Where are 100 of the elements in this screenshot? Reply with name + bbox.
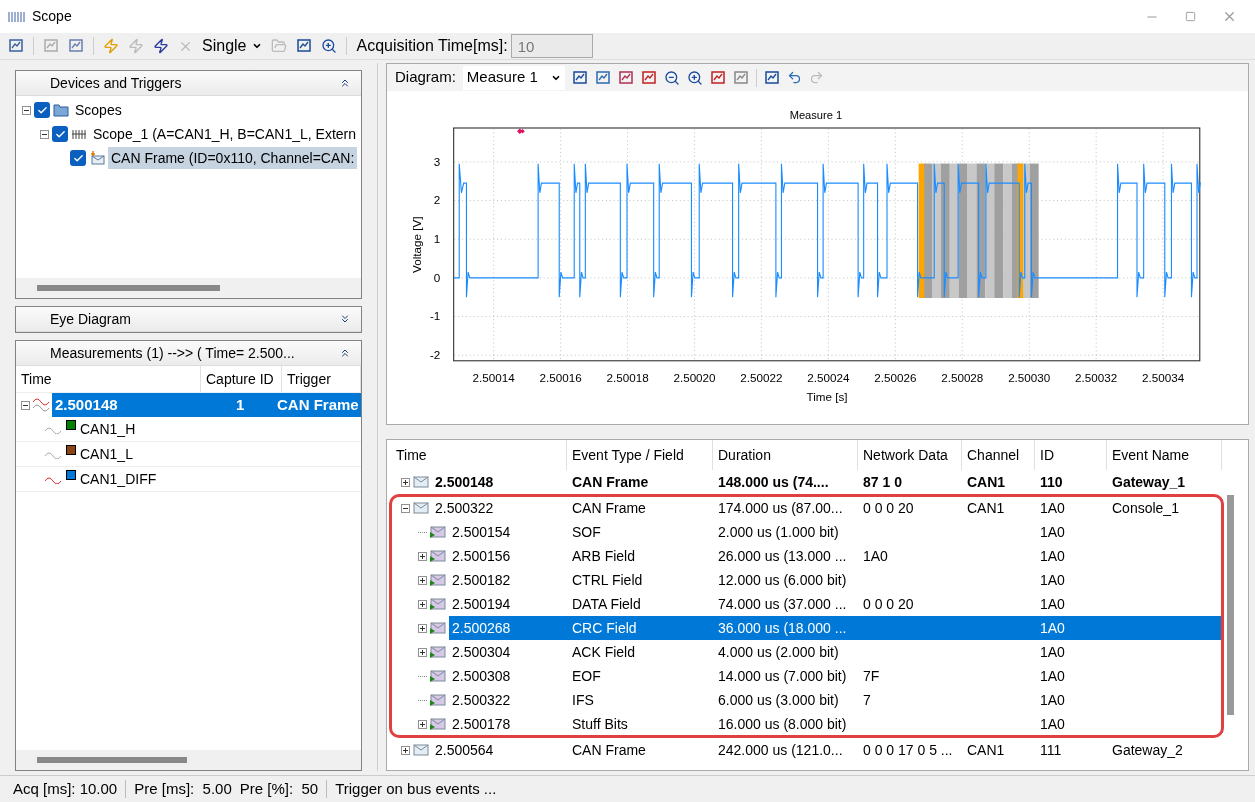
expand-toggle[interactable]	[418, 623, 427, 633]
table-cell-text: 6.000 us (3.000 bit)	[718, 690, 839, 710]
column-header[interactable]: Time	[396, 444, 427, 466]
x-tick-label: 2.50020	[673, 371, 716, 385]
expand-toggle[interactable]	[401, 745, 410, 755]
envelope-icon	[430, 526, 446, 538]
table-cell-text: 2.500194	[451, 594, 512, 614]
x-tick-label: 2.50032	[1075, 371, 1118, 385]
lightning-icon[interactable]	[153, 38, 169, 54]
tree-item[interactable]: Scopes	[72, 99, 125, 121]
column-header[interactable]: ID	[1040, 444, 1054, 466]
table-cell-text: 7F	[863, 666, 880, 686]
checkbox[interactable]	[34, 102, 50, 118]
mode-dropdown[interactable]: Single	[202, 34, 263, 58]
event-row[interactable]: 2.500156 ARB Field 26.000 us (13.000 ... 1A0 1A0	[391, 544, 1222, 568]
column-header[interactable]: Duration	[718, 444, 771, 466]
panel-title: Eye Diagram	[50, 309, 132, 329]
table-cell-text: CAN Frame	[277, 394, 359, 415]
check-icon	[54, 128, 66, 140]
expand-toggle[interactable]	[418, 551, 427, 561]
x-tick-label: 2.50014	[472, 371, 515, 385]
measurement-row[interactable]: 2.500148 1 CAN Frame	[52, 393, 361, 417]
x-tick-label: 2.50018	[606, 371, 649, 385]
collapse-toggle[interactable]	[22, 105, 31, 115]
column-header[interactable]: Network Data	[863, 444, 948, 466]
column-header[interactable]: Time	[21, 368, 52, 390]
checkbox[interactable]	[52, 126, 68, 142]
event-row[interactable]: 2.500322 IFS 6.000 us (3.000 bit) 7 1A0	[391, 688, 1222, 712]
event-row[interactable]: 2.500182 CTRL Field 12.000 us (6.000 bit) 1A0	[391, 568, 1222, 592]
toolbar-label: Diagram:	[395, 67, 456, 88]
x-tick-label: 2.50030	[1008, 371, 1051, 385]
collapse-icon[interactable]	[339, 347, 351, 359]
collapse-toggle[interactable]	[21, 400, 30, 410]
event-row[interactable]: 2.500322 CAN Frame 174.000 us (87.00... 0 0 0 20 CAN1 1A0 Console_1	[391, 496, 1222, 520]
column-header[interactable]: Trigger	[287, 368, 331, 390]
collapse-toggle[interactable]	[40, 129, 49, 139]
table-cell-text: DATA Field	[572, 594, 641, 614]
acquisition-time-field[interactable]: 10	[510, 34, 593, 58]
scope-icon	[71, 127, 87, 141]
event-row[interactable]: 2.500304 ACK Field 4.000 us (2.000 bit) 1A0	[391, 640, 1222, 664]
zoom-in-icon[interactable]	[686, 69, 703, 86]
column-header[interactable]: Event Type / Field	[572, 444, 684, 466]
expand-toggle[interactable]	[418, 599, 427, 609]
scope-icon	[8, 9, 26, 24]
table-cell-text: 7	[863, 690, 871, 710]
y-tick-label: 2	[433, 193, 441, 207]
event-row[interactable]: 2.500148 CAN Frame 148.000 us (74.... 87 1 0 CAN1 110 Gateway_1	[391, 470, 1248, 494]
event-row[interactable]: 2.500308 EOF 14.000 us (7.000 bit) 7F 1A0	[391, 664, 1222, 688]
scrollbar-thumb[interactable]	[37, 757, 187, 763]
check-icon	[72, 152, 84, 164]
channel-label: CAN1_L	[80, 444, 133, 464]
diagram-dropdown[interactable]: Measure 1	[462, 65, 565, 90]
undo-icon[interactable]	[786, 70, 802, 85]
scrollbar-thumb[interactable]	[37, 285, 220, 291]
table-cell-text: 1	[235, 394, 246, 415]
collapse-toggle[interactable]	[401, 503, 410, 513]
envelope-icon	[430, 718, 446, 730]
table-cell-text: 242.000 us (121.0...	[718, 740, 843, 760]
expand-icon[interactable]	[339, 313, 351, 325]
table-cell-text: 36.000 us (18.000 ...	[718, 618, 847, 638]
table-cell-text: 2.500304	[451, 642, 512, 662]
checkbox[interactable]	[70, 150, 86, 166]
expand-toggle[interactable]	[401, 477, 410, 487]
folder-icon	[53, 103, 69, 117]
tree-item[interactable]: CAN Frame (ID=0x110, Channel=CAN:	[108, 147, 358, 169]
envelope-icon	[430, 574, 446, 586]
event-row[interactable]: 2.500178 Stuff Bits 16.000 us (8.000 bit) 1A0	[391, 712, 1222, 736]
column-header[interactable]: Capture ID	[206, 368, 274, 390]
event-row[interactable]: 2.500194 DATA Field 74.000 us (37.000 ... 0 0 0 20 1A0	[391, 592, 1222, 616]
table-cell-text: 2.500182	[451, 570, 512, 590]
table-cell-text: CAN1	[967, 498, 1005, 518]
scrollbar-thumb[interactable]	[1227, 495, 1234, 715]
envelope-icon	[430, 694, 446, 706]
y-tick-label: -1	[429, 309, 441, 323]
column-header[interactable]: Channel	[967, 444, 1020, 466]
envelope-icon	[413, 502, 429, 514]
panel-header[interactable]: Eye Diagram	[16, 307, 361, 332]
table-cell-text: 1A0	[1040, 642, 1065, 662]
collapse-icon[interactable]	[339, 77, 351, 89]
tree-item[interactable]: Scope_1 (A=CAN1_H, B=CAN1_L, Extern	[90, 123, 360, 145]
search-icon[interactable]	[321, 38, 338, 54]
expand-toggle[interactable]	[418, 647, 427, 657]
zoom-out-icon[interactable]	[663, 69, 680, 86]
close-button[interactable]	[1222, 9, 1237, 24]
event-row[interactable]: 2.500154 SOF 2.000 us (1.000 bit) 1A0	[391, 520, 1222, 544]
table-cell-text: 174.000 us (87.00...	[718, 498, 843, 518]
table-cell-text: 1A0	[1040, 522, 1065, 542]
expand-toggle[interactable]	[418, 575, 427, 585]
table-cell-text: CAN Frame	[572, 472, 649, 492]
x-tick-label: 2.50024	[807, 371, 850, 385]
column-header[interactable]: Event Name	[1112, 444, 1190, 466]
table-cell-text: 1A0	[1040, 570, 1065, 590]
panel-header[interactable]: Measurements (1) -->> ( Time= 2.500...	[16, 341, 361, 366]
chart-icon[interactable]	[617, 69, 634, 86]
panel-header[interactable]: Devices and Triggers	[16, 71, 361, 96]
chart-icon[interactable]	[594, 69, 611, 86]
event-row[interactable]: 2.500564 CAN Frame 242.000 us (121.0... 0 0 0 17 0 5 ... CAN1 111 Gateway_2	[391, 738, 1248, 762]
table-cell-text: 1A0	[1040, 690, 1065, 710]
envelope-icon	[430, 598, 446, 610]
expand-toggle[interactable]	[418, 719, 427, 729]
